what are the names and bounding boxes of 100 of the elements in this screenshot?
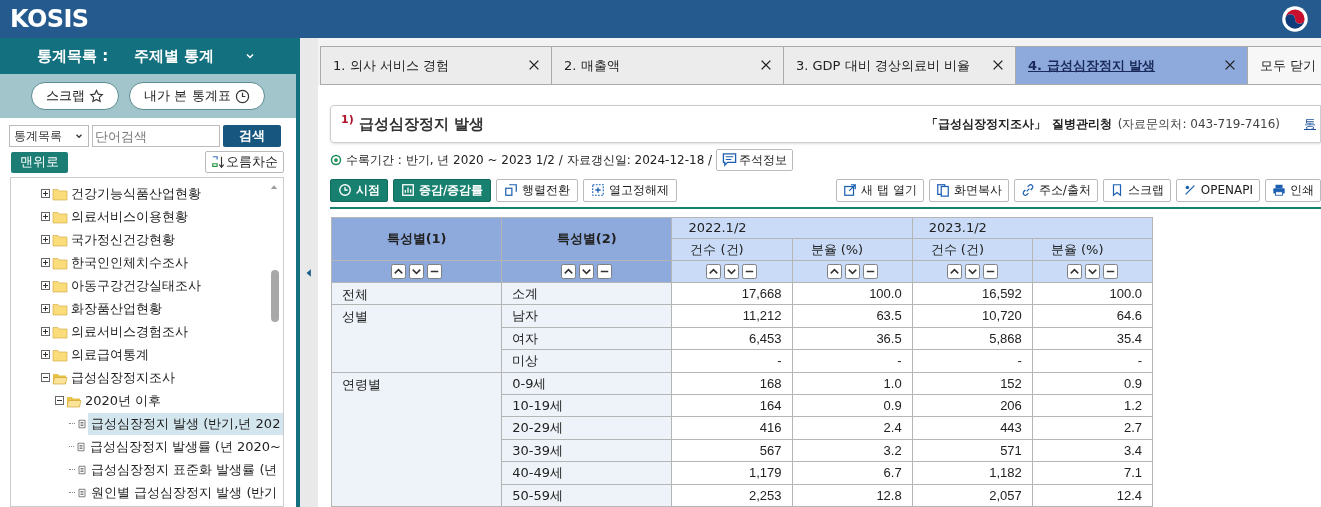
close-all-tab[interactable]: 모두 닫기 [1247,46,1321,85]
tree-folder[interactable]: 의료서비스경험조사 [71,321,188,342]
table-cell: 성별 [331,305,502,373]
link-icon [1020,183,1035,198]
list-select[interactable]: 통계목록 [9,125,89,147]
expand-icon[interactable] [41,189,50,198]
collapse-icon[interactable] [41,373,50,382]
sort-button[interactable]: 오름차순 [205,151,284,173]
category-dropdown[interactable]: 주제별 통계 [134,44,215,68]
clock-icon [234,88,250,104]
sort-down-icon[interactable] [844,264,860,279]
toolbar-button[interactable]: 시점 [330,179,388,202]
table-cell: 12.8 [792,484,913,507]
minus-icon[interactable] [862,264,878,279]
toolbar-button[interactable]: 새 탭 열기 [836,179,924,202]
search-button[interactable]: 검색 [223,125,281,147]
sidebar-button[interactable]: 내가 본 통계표 [129,82,265,110]
agency-name: 질병관리청 [1051,116,1112,133]
table-cell: 36.5 [792,327,913,350]
sort-down-icon[interactable] [409,264,425,279]
tree-folder[interactable]: 의료서비스이용현황 [71,206,188,227]
minus-icon[interactable] [982,264,998,279]
search-field[interactable]: 단어검색 [92,125,220,147]
minus-icon[interactable] [597,264,613,279]
sort-down-icon[interactable] [724,264,740,279]
tab[interactable]: 3. GDP 대비 경상의료비 비율 [783,46,1015,85]
table-cell: 12.4 [1032,484,1153,507]
expand-icon[interactable] [41,235,50,244]
table-cell: 100.0 [792,282,913,305]
sort-down-icon[interactable] [964,264,980,279]
table-cell: 10,720 [912,305,1033,328]
tree-folder[interactable]: 2020년 이후 [85,390,162,411]
notes-button[interactable]: 주석정보 [716,149,794,171]
tab[interactable]: 4. 급성심장정지 발생 [1015,46,1247,85]
table-title: 급성심장정지 발생 [358,113,484,135]
emblem-icon [1281,5,1309,33]
table-cell: 1,182 [912,461,1033,485]
sidebar-button[interactable]: 스크랩 [31,82,120,110]
minus-icon[interactable] [427,264,443,279]
sort-up-icon[interactable] [706,264,722,279]
tree-folder[interactable]: 화장품산업현황 [71,298,162,319]
table-cell: 0-9세 [501,372,672,395]
column-header: 2023.1/2 [912,217,1153,239]
table-cell: 미상 [501,349,672,373]
tree-folder[interactable]: 한국인인체치수조사 [71,252,188,273]
toolbar-button[interactable]: 증감/증감률 [393,179,492,202]
table-cell: - [792,349,913,373]
table-cell: - [912,349,1033,373]
tab[interactable]: 1. 의사 서비스 경험 [320,46,551,85]
expand-icon[interactable] [41,281,50,290]
column-header: 2022.1/2 [671,217,913,239]
tree-item[interactable]: 원인별 급성심장정지 발생 (반기 [88,481,283,504]
toolbar-button[interactable]: 행렬전환 [496,179,579,202]
minus-icon[interactable] [742,264,758,279]
survey-name: 「급성심장정지조사」 [925,116,1046,133]
expand-icon[interactable] [41,212,50,221]
external-link-icon [843,183,858,198]
tree-item[interactable]: 급성심장정지 표준화 발생률 (년 [88,458,283,481]
collapse-icon[interactable] [55,396,64,405]
table-cell: 1.2 [1032,394,1153,417]
toolbar-button[interactable]: 주소/출처 [1013,179,1098,202]
sort-down-icon[interactable] [579,264,595,279]
expand-icon[interactable] [41,350,50,359]
tree-folder[interactable]: 의료급여통계 [71,344,149,365]
stats-link[interactable]: 통 [1304,115,1320,133]
sort-up-icon[interactable] [946,264,962,279]
sort-up-icon[interactable] [1066,264,1082,279]
sort-up-icon[interactable] [391,264,407,279]
tree-folder[interactable]: 건강기능식품산업현황 [71,183,201,204]
table-cell: - [1032,349,1153,373]
tree-item[interactable]: 급성심장정지 발생 (반기,년 202 [88,412,283,435]
document-icon [76,417,88,430]
table-cell: 6.7 [792,461,913,485]
sort-up-icon[interactable] [561,264,577,279]
tree-item[interactable]: 급성심장정지 발생률 (년 2020~ [86,435,283,458]
toolbar-button[interactable]: 열고정해제 [583,179,678,202]
toolbar-button[interactable]: 스크랩 [1102,179,1171,202]
table-cell: 100.0 [1032,282,1153,305]
sort-up-icon[interactable] [826,264,842,279]
table-cell: - [671,349,793,373]
tree-folder[interactable]: 국가정신건강현황 [71,229,175,250]
minus-icon[interactable] [1102,264,1118,279]
table-cell: 1,179 [671,461,793,485]
tab[interactable]: 2. 매출액 [551,46,783,85]
expand-icon[interactable] [41,327,50,336]
logo[interactable]: KOSIS [10,1,89,37]
toolbar-button[interactable]: 화면복사 [928,179,1009,202]
table-cell: 571 [912,439,1033,462]
table-cell: 567 [671,439,793,462]
tree-folder[interactable]: 아동구강건강실태조사 [71,275,201,296]
table-cell: 40-49세 [501,461,672,485]
expand-icon[interactable] [41,258,50,267]
sort-down-icon[interactable] [1084,264,1100,279]
toolbar-button[interactable]: OPENAPI [1175,179,1260,202]
tree-folder[interactable]: 급성심장정지조사 [71,367,175,388]
top-button[interactable]: 맨위로 [11,151,68,173]
document-icon [76,463,88,476]
toolbar-button[interactable]: 인쇄 [1265,179,1321,202]
scrollbar-thumb[interactable] [271,270,279,322]
expand-icon[interactable] [41,304,50,313]
